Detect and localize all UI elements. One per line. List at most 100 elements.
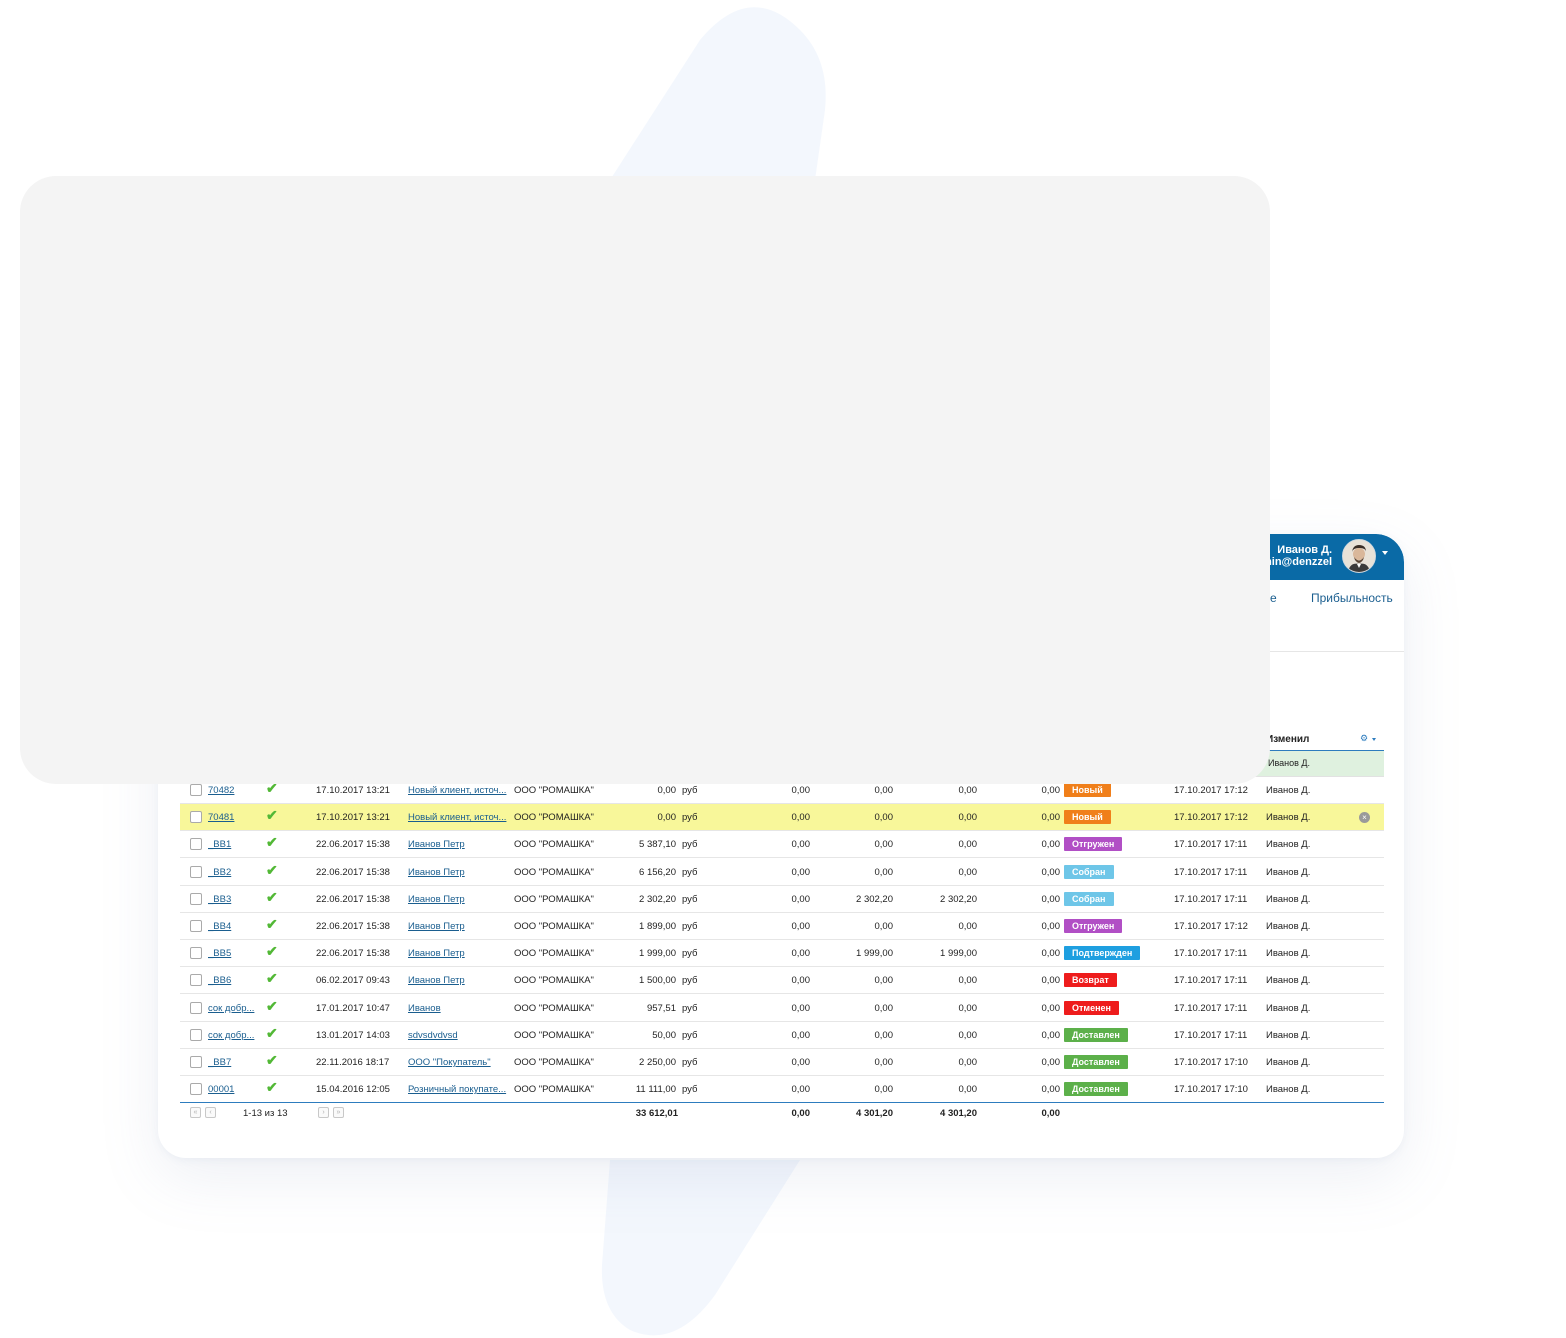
- cell-client[interactable]: Иванов Петр: [408, 921, 510, 932]
- table-row[interactable]: _BB2 ✔ 22.06.2017 15:38 Иванов Петр ООО "РОМ…: [180, 859, 1384, 886]
- cell-col1: 0,00: [791, 866, 811, 878]
- cell-order-number[interactable]: 70481: [208, 812, 260, 823]
- cell-user: Иванов Д.: [1266, 785, 1311, 796]
- cell-client[interactable]: Новый клиент, источ...: [408, 812, 510, 823]
- nav-item-partial[interactable]: е: [1270, 591, 1277, 605]
- cell-col4: 0,00: [1041, 1002, 1061, 1014]
- gear-icon[interactable]: ⚙: [1360, 733, 1368, 744]
- checkmark-icon: ✔: [266, 861, 278, 878]
- table-row[interactable]: 00001 ✔ 15.04.2016 12:05 Розничный покупате…: [180, 1076, 1384, 1104]
- cell-amount: 1 500,00: [639, 975, 676, 987]
- cell-col2: 0,00: [874, 1029, 894, 1041]
- table-row[interactable]: _BB6 ✔ 06.02.2017 09:43 Иванов Петр ООО "РОМ…: [180, 967, 1384, 995]
- row-checkbox[interactable]: [190, 920, 202, 932]
- cell-client[interactable]: ООО "Покупатель": [408, 1057, 510, 1068]
- pager-first-icon[interactable]: «: [190, 1107, 201, 1118]
- user-menu-caret-icon[interactable]: [1382, 551, 1388, 555]
- table-row[interactable]: 70481 ✔ 17.10.2017 13:21 Новый клиент, исто…: [180, 804, 1384, 832]
- cell-col1: 0,00: [791, 1057, 811, 1068]
- checkmark-icon: ✔: [266, 997, 278, 1014]
- cell-order-number[interactable]: 00001: [208, 1084, 260, 1095]
- table-row[interactable]: _BB5 ✔ 22.06.2017 15:38 Иванов Петр ООО "РОМ…: [180, 940, 1384, 968]
- columns-menu-caret-icon[interactable]: [1372, 738, 1376, 741]
- table-row[interactable]: _BB4 ✔ 22.06.2017 15:38 Иванов Петр ООО "РОМ…: [180, 913, 1384, 940]
- cell-order-number[interactable]: _BB3: [208, 894, 260, 905]
- cell-col3: 0,00: [958, 1057, 978, 1068]
- table-row[interactable]: _BB1 ✔ 22.06.2017 15:38 Иванов Петр ООО "РОМ…: [180, 831, 1384, 859]
- row-checkbox[interactable]: [190, 811, 202, 824]
- cell-client[interactable]: Иванов Петр: [408, 867, 510, 878]
- cell-client[interactable]: Иванов Петр: [408, 894, 510, 905]
- pager-next-icon[interactable]: ›: [318, 1107, 329, 1118]
- pager-last-icon[interactable]: »: [333, 1107, 344, 1118]
- cell-col3: 0,00: [958, 866, 978, 878]
- status-badge: Новый: [1064, 783, 1111, 797]
- row-checkbox[interactable]: [190, 1001, 202, 1014]
- cell-date: 06.02.2017 09:43: [316, 975, 390, 987]
- cell-order-number[interactable]: _BB6: [208, 975, 260, 986]
- avatar[interactable]: [1342, 539, 1376, 573]
- row-checkbox[interactable]: [190, 838, 202, 851]
- table-row[interactable]: сок добр... ✔ 17.01.2017 10:47 Иванов ООО "Р…: [180, 995, 1384, 1022]
- cell-order-number[interactable]: _BB4: [208, 921, 260, 932]
- cell-modified: 17.10.2017 17:10: [1174, 1084, 1248, 1096]
- row-checkbox[interactable]: [190, 1056, 202, 1068]
- cell-client[interactable]: Розничный покупате...: [408, 1084, 510, 1095]
- cell-order-number[interactable]: _BB7: [208, 1057, 260, 1068]
- row-checkbox[interactable]: [190, 947, 202, 960]
- cell-order-number[interactable]: _BB5: [208, 948, 260, 959]
- cell-organization: ООО "РОМАШКА": [514, 893, 594, 905]
- cell-currency: руб: [682, 1057, 698, 1068]
- checkmark-icon: ✔: [266, 970, 278, 987]
- cell-amount: 11 111,00: [635, 1084, 676, 1096]
- cell-col2: 1 999,00: [856, 948, 893, 960]
- cell-currency: руб: [682, 1002, 698, 1014]
- table-row[interactable]: сок добр... ✔ 13.01.2017 14:03 sdvsdvdvsd ОО…: [180, 1022, 1384, 1049]
- row-checkbox[interactable]: [190, 865, 202, 878]
- cell-order-number[interactable]: _BB2: [208, 867, 260, 878]
- clear-icon[interactable]: ×: [1359, 812, 1370, 824]
- cell-col4: 0,00: [1041, 948, 1061, 960]
- cell-client[interactable]: Иванов Петр: [408, 948, 510, 959]
- cell-date: 17.01.2017 10:47: [316, 1002, 390, 1014]
- cell-col4: 0,00: [1041, 812, 1061, 824]
- row-checkbox[interactable]: [190, 1028, 202, 1041]
- cell-order-number[interactable]: _BB1: [208, 839, 260, 850]
- row-checkbox[interactable]: [190, 784, 202, 796]
- status-badge: Собран: [1064, 891, 1114, 906]
- row-checkbox[interactable]: [190, 974, 202, 987]
- cell-client[interactable]: Новый клиент, источ...: [408, 785, 510, 796]
- table-row[interactable]: _BB7 ✔ 22.11.2016 18:17 ООО "Покупатель" ООО…: [180, 1049, 1384, 1076]
- cell-client[interactable]: Иванов: [408, 1003, 510, 1014]
- cell-order-number[interactable]: 70482: [208, 785, 260, 796]
- row-checkbox[interactable]: [190, 1083, 202, 1096]
- cell-col4: 0,00: [1041, 975, 1061, 987]
- cell-col3: 0,00: [958, 785, 978, 796]
- cell-col3: 1 999,00: [940, 948, 977, 960]
- cell-modified: 17.10.2017 17:12: [1174, 921, 1248, 932]
- cell-organization: ООО "РОМАШКА": [514, 1057, 594, 1068]
- cell-col1: 0,00: [791, 1084, 811, 1096]
- cell-col1: 0,00: [791, 1029, 811, 1041]
- cell-order-number[interactable]: сок добр...: [208, 1030, 260, 1041]
- table-row[interactable]: _BB3 ✔ 22.06.2017 15:38 Иванов Петр ООО "РОМ…: [180, 886, 1384, 913]
- status-badge: Новый: [1064, 810, 1111, 825]
- nav-item-profitability[interactable]: Прибыльность: [1311, 591, 1393, 605]
- total-col4: 0,00: [1041, 1108, 1061, 1119]
- cell-client[interactable]: sdvsdvdvsd: [408, 1030, 510, 1041]
- cell-modified: 17.10.2017 17:11: [1174, 839, 1248, 851]
- column-header-changed-by[interactable]: Изменил: [1266, 734, 1309, 745]
- cell-currency: руб: [682, 1084, 698, 1096]
- user-email: min@denzzel: [1261, 556, 1332, 568]
- row-checkbox[interactable]: [190, 892, 202, 905]
- cell-client[interactable]: Иванов Петр: [408, 975, 510, 986]
- cell-col4: 0,00: [1041, 1084, 1061, 1096]
- pager-prev-icon[interactable]: ‹: [205, 1107, 216, 1118]
- status-badge: Возврат: [1064, 973, 1117, 988]
- cell-client[interactable]: Иванов Петр: [408, 839, 510, 850]
- cell-col4: 0,00: [1041, 921, 1061, 932]
- cell-date: 22.06.2017 15:38: [316, 866, 390, 878]
- cell-user: Иванов Д.: [1266, 948, 1311, 960]
- cell-order-number[interactable]: сок добр...: [208, 1003, 260, 1014]
- status-badge: Собран: [1064, 864, 1114, 879]
